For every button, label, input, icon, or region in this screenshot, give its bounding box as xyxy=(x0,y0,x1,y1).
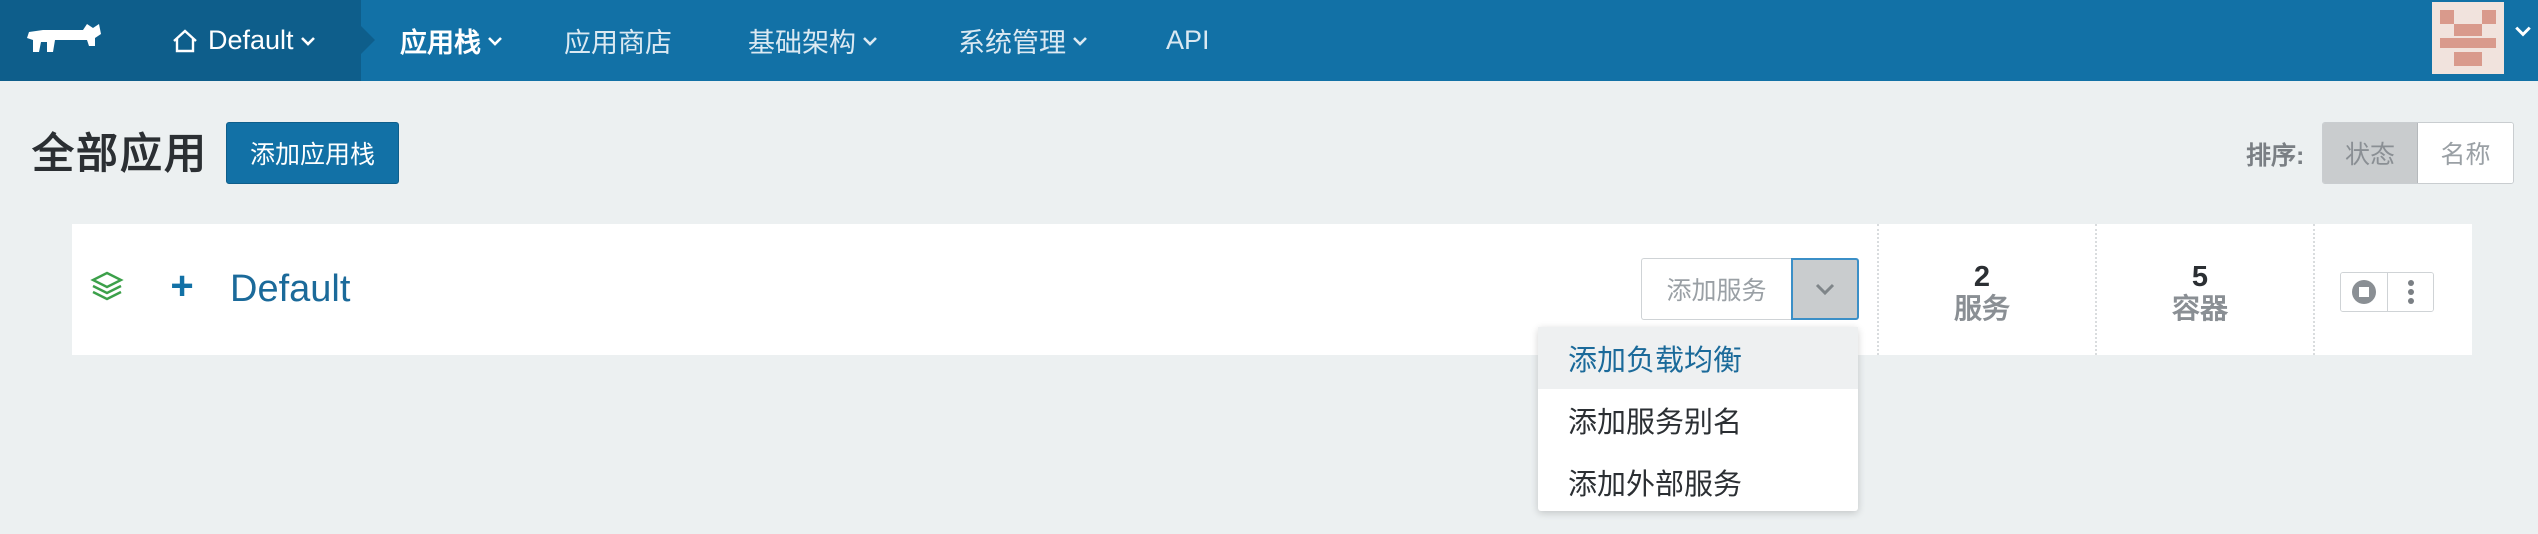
services-count-label: 服务 xyxy=(1953,293,2010,324)
nav-item-catalog[interactable]: 应用商店 xyxy=(564,0,672,81)
nav-item-admin[interactable]: 系统管理 xyxy=(958,0,1088,81)
sort-label: 排序: xyxy=(2246,142,2305,170)
containers-count-value: 5 xyxy=(2191,261,2209,293)
sort-toggle-group: 状态 名称 xyxy=(2322,122,2514,184)
layers-icon xyxy=(90,271,124,301)
containers-count-label: 容器 xyxy=(2171,293,2228,324)
stop-stack-button[interactable] xyxy=(2341,273,2387,311)
environment-switcher[interactable]: Default xyxy=(127,0,375,81)
nav-item-stacks[interactable]: 应用栈 xyxy=(400,0,503,81)
more-actions-button[interactable] xyxy=(2387,273,2433,311)
avatar-identicon xyxy=(2432,2,2504,74)
expand-stack-plus-icon[interactable]: + xyxy=(162,266,202,306)
sort-by-state-button[interactable]: 状态 xyxy=(2323,123,2418,183)
chevron-down-icon xyxy=(863,36,877,46)
menu-item-add-external-service[interactable]: 添加外部服务 xyxy=(1538,451,1858,513)
add-stack-button[interactable]: 添加应用栈 xyxy=(226,122,399,184)
add-service-button[interactable]: 添加服务 xyxy=(1641,258,1791,320)
sort-by-name-button[interactable]: 名称 xyxy=(2418,123,2513,183)
chevron-down-icon xyxy=(1073,36,1087,46)
rancher-logo[interactable] xyxy=(0,0,127,81)
nav-item-label: 基础架构 xyxy=(748,28,856,58)
chevron-down-icon xyxy=(1815,283,1835,296)
add-service-dropdown-menu: 添加负载均衡 添加服务别名 添加外部服务 xyxy=(1538,327,1858,511)
add-service-dropdown-toggle[interactable] xyxy=(1791,258,1859,320)
nav-item-infrastructure[interactable]: 基础架构 xyxy=(748,0,878,81)
chevron-down-icon xyxy=(300,36,315,46)
nav-item-label: 应用栈 xyxy=(400,28,481,58)
chevron-down-icon[interactable] xyxy=(2514,24,2532,38)
page-title: 全部应用 xyxy=(32,130,209,177)
home-icon xyxy=(173,28,197,52)
stack-actions xyxy=(2340,272,2434,312)
rancher-logo-icon xyxy=(26,23,101,52)
services-count-value: 2 xyxy=(1973,261,1991,293)
nav-item-label: 系统管理 xyxy=(958,28,1066,58)
environment-label: Default xyxy=(208,25,294,55)
menu-item-add-service-alias[interactable]: 添加服务别名 xyxy=(1538,389,1858,451)
menu-item-add-load-balancer[interactable]: 添加负载均衡 xyxy=(1538,327,1858,389)
stack-name-link[interactable]: Default xyxy=(230,268,350,311)
user-avatar[interactable] xyxy=(2432,2,2504,74)
column-divider xyxy=(1877,224,1879,355)
stack-row: + Default 添加服务 2 服务 5 容器 xyxy=(72,224,2472,355)
nav-item-label: 应用商店 xyxy=(564,28,672,58)
stop-icon xyxy=(2352,280,2376,304)
column-divider xyxy=(2313,224,2315,355)
containers-count[interactable]: 5 容器 xyxy=(2100,262,2300,326)
top-navigation-bar: Default 应用栈 应用商店 基础架构 系统管理 API xyxy=(0,0,2538,81)
chevron-down-icon xyxy=(488,36,502,46)
nav-item-api[interactable]: API xyxy=(1166,0,1210,81)
kebab-menu-icon xyxy=(2407,280,2414,304)
services-count[interactable]: 2 服务 xyxy=(1882,262,2082,326)
nav-item-label: API xyxy=(1166,25,1210,55)
column-divider xyxy=(2095,224,2097,355)
